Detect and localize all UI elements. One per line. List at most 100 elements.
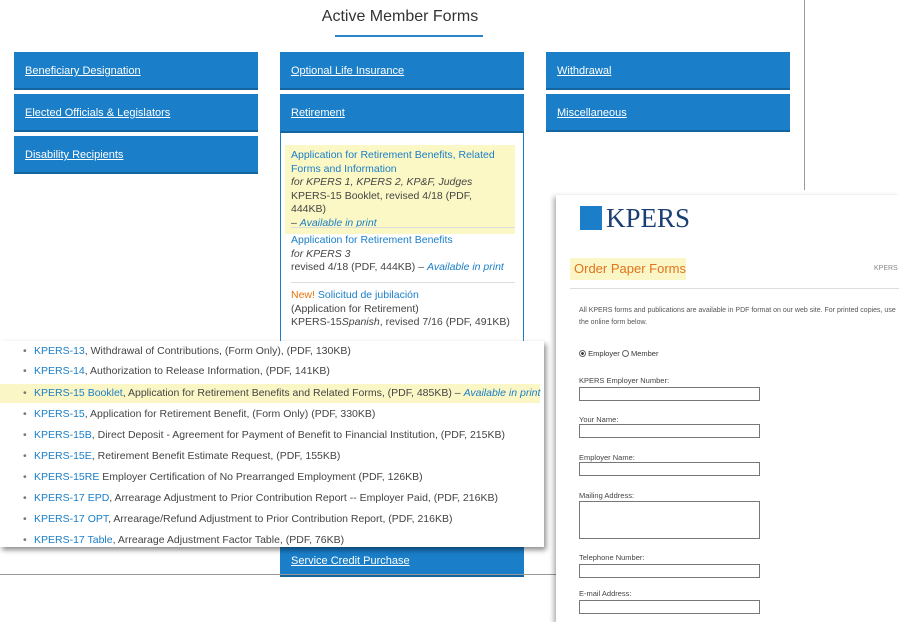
email-label: E-mail Address: [579, 589, 632, 598]
form-description: , Withdrawal of Contributions, (Form Onl… [84, 345, 351, 357]
entry-subtitle: for KPERS 1, KPERS 2, KP&F, Judges [291, 176, 473, 188]
telephone-label: Telephone Number: [579, 553, 645, 562]
your-name-label: Your Name: [579, 415, 619, 424]
entry-meta: , revised 7/16 (PDF, 491KB) [379, 316, 510, 328]
form-description: , Arrearage Adjustment to Prior Contribu… [109, 492, 498, 504]
forms-list: • KPERS-13, Withdrawal of Contributions,… [0, 341, 544, 547]
entry-meta: KPERS-15 [291, 316, 342, 328]
retirement-entry: Application for Retirement Benefits, Rel… [285, 145, 515, 234]
mailing-address-label: Mailing Address: [579, 491, 635, 500]
employer-name-label: Employer Name: [579, 453, 635, 462]
retirement-panel: Application for Retirement Benefits, Rel… [280, 133, 524, 343]
mailing-address-input[interactable] [579, 501, 760, 539]
employer-number-label: KPERS Employer Number: [579, 376, 670, 385]
application-retirement-link[interactable]: Application for Retirement Benefits, Rel… [291, 149, 509, 176]
form-link[interactable]: KPERS-17 OPT [34, 513, 108, 525]
beneficiary-designation-button[interactable]: Beneficiary Designation [14, 52, 258, 90]
separator [291, 227, 515, 228]
list-item: • KPERS-17 Table, Arrearage Adjustment F… [0, 531, 540, 550]
intro-text: All KPERS forms and publications are ava… [579, 307, 896, 326]
member-radio-label: Member [630, 349, 659, 358]
beneficiary-designation-label: Beneficiary Designation [25, 65, 141, 77]
employer-name-input[interactable] [579, 462, 760, 476]
elected-officials-button[interactable]: Elected Officials & Legislators [14, 94, 258, 132]
kpers-logo-text: KPERS [606, 203, 691, 233]
list-item: • KPERS-15RE Employer Certification of N… [0, 468, 540, 487]
retirement-button[interactable]: Retirement [280, 94, 524, 133]
bullet: • [23, 345, 27, 357]
page-title: Active Member Forms [321, 8, 479, 25]
your-name-input[interactable] [579, 424, 760, 438]
bullet: • [23, 408, 27, 420]
form-description: , Authorization to Release Information, … [84, 365, 330, 377]
form-description: , Arrearage Adjustment Factor Table, (PD… [112, 534, 345, 546]
available-in-print-link[interactable]: Available in print [464, 387, 541, 399]
bullet: • [23, 450, 27, 462]
form-link[interactable]: KPERS-15 Booklet [34, 387, 123, 399]
list-item: • KPERS-15, Application for Retirement B… [0, 405, 540, 424]
form-description: , Arrearage/Refund Adjustment to Prior C… [108, 513, 453, 525]
elected-officials-label: Elected Officials & Legislators [25, 107, 171, 119]
new-badge: New! [291, 289, 315, 301]
bullet: • [23, 513, 27, 525]
entry-meta: KPERS-15 Booklet, revised 4/18 (PDF, 444… [291, 189, 472, 216]
bullet: • [23, 387, 27, 399]
service-credit-purchase-button[interactable]: Service Credit Purchase [280, 547, 524, 577]
entry-meta: revised 4/18 (PDF, 444KB) – [291, 261, 425, 273]
form-link[interactable]: KPERS-15E [34, 450, 92, 462]
optional-life-insurance-button[interactable]: Optional Life Insurance [280, 52, 524, 90]
kpers-logo-mark-icon [580, 206, 602, 230]
email-input[interactable] [579, 600, 760, 614]
retirement-entry: Application for Retirement Benefits for … [291, 234, 515, 275]
form-link[interactable]: KPERS-17 EPD [34, 492, 109, 504]
order-paper-forms-heading: Order Paper Forms [570, 258, 686, 280]
order-forms-panel: KPERS Order Paper Forms KPERS All KPERS … [556, 195, 899, 622]
highlight: Application for Retirement Benefits, Rel… [285, 145, 515, 234]
retirement-label: Retirement [291, 107, 345, 119]
divider [0, 574, 560, 575]
application-kpers3-link[interactable]: Application for Retirement Benefits [291, 234, 515, 248]
list-item: • KPERS-15 Booklet, Application for Reti… [0, 384, 540, 403]
form-link[interactable]: KPERS-14 [34, 365, 85, 377]
service-credit-purchase-label: Service Credit Purchase [291, 555, 410, 567]
entry-subtitle: (Application for Retirement) [291, 302, 419, 315]
bullet: • [23, 365, 27, 377]
employer-radio[interactable] [579, 350, 586, 357]
bullet: • [23, 492, 27, 504]
telephone-input[interactable] [579, 564, 760, 578]
entry-subtitle: for KPERS 3 [291, 247, 351, 260]
solicitud-link[interactable]: Solicitud de jubilación [318, 289, 419, 301]
form-description: , Retirement Benefit Estimate Request, (… [91, 450, 341, 462]
retirement-entry: New! Solicitud de jubilación (Applicatio… [291, 289, 515, 330]
miscellaneous-button[interactable]: Miscellaneous [546, 94, 790, 132]
bullet: • [23, 534, 27, 546]
form-link[interactable]: KPERS-17 Table [34, 534, 113, 546]
kpers-logo: KPERS [580, 203, 692, 239]
breadcrumb: KPERS [874, 265, 898, 272]
disability-recipients-button[interactable]: Disability Recipients [14, 136, 258, 174]
form-description: Employer Certification of No Prearranged… [99, 471, 423, 483]
list-item: • KPERS-15B, Direct Deposit - Agreement … [0, 426, 540, 445]
form-link[interactable]: KPERS-13 [34, 345, 85, 357]
withdrawal-button[interactable]: Withdrawal [546, 52, 790, 90]
form-link[interactable]: KPERS-15RE [34, 471, 99, 483]
employer-number-input[interactable] [579, 387, 760, 401]
form-description: , Application for Retirement Benefit, (F… [84, 408, 376, 420]
available-in-print-link[interactable]: Available in print [427, 261, 504, 273]
miscellaneous-label: Miscellaneous [557, 107, 627, 119]
disability-recipients-label: Disability Recipients [25, 149, 124, 161]
bullet: • [23, 429, 27, 441]
title-underline [335, 35, 483, 37]
entry-meta-italic: Spanish [341, 316, 380, 328]
list-item: • KPERS-14, Authorization to Release Inf… [0, 362, 540, 381]
form-link[interactable]: KPERS-15 [34, 408, 85, 420]
member-radio[interactable] [621, 350, 629, 357]
employer-radio-label: Employer [588, 349, 620, 358]
role-radio-group: Employer Member [579, 349, 658, 358]
list-item: • KPERS-15E, Retirement Benefit Estimate… [0, 447, 540, 466]
withdrawal-label: Withdrawal [557, 65, 612, 77]
form-description: , Application for Retirement Benefits an… [122, 387, 461, 399]
form-link[interactable]: KPERS-15B [34, 429, 92, 441]
divider [570, 288, 899, 289]
divider [804, 0, 805, 190]
